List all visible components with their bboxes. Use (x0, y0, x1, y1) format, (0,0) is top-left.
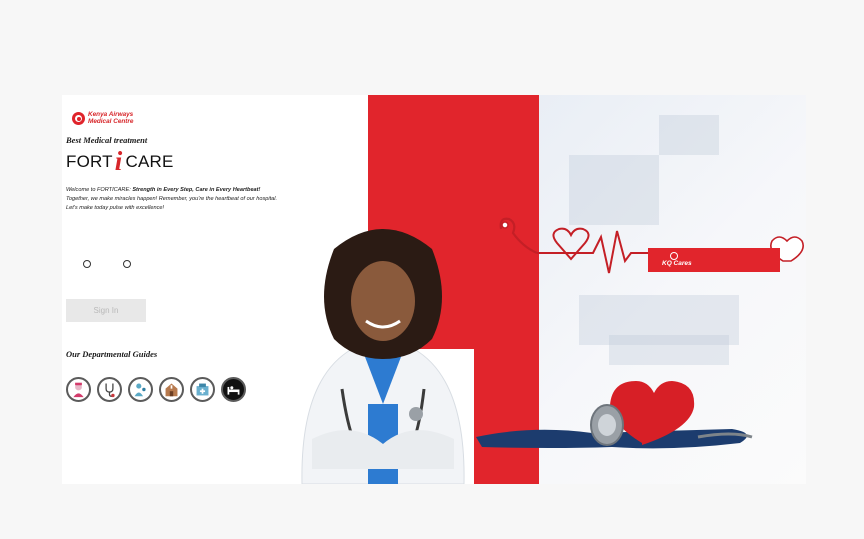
brand-name: Kenya Airways Medical Centre (88, 111, 133, 125)
kq-logo-icon (72, 111, 85, 125)
welcome-slogan: Strength in Every Step, Care in Every He… (132, 187, 261, 193)
nurse-icon (73, 382, 84, 398)
guide-caregiver[interactable] (128, 377, 153, 402)
kq-cares-label: KQ Cares (662, 260, 692, 267)
brand-name-line2: Medical Centre (88, 118, 134, 125)
doctor-image (292, 229, 474, 484)
guide-pharmacy[interactable] (190, 377, 215, 402)
product-logo-i: i (114, 146, 123, 176)
tagline: Best Medical treatment (66, 135, 148, 145)
stethoscope-icon (105, 383, 115, 398)
departmental-guides (66, 377, 246, 402)
pharmacy-icon (196, 383, 209, 396)
product-logo-part1: FORT (66, 152, 113, 171)
welcome-lead: Welcome to FORTICARE: (66, 187, 133, 193)
product-logo: FORT i CARE (66, 146, 174, 176)
heart-stethoscope-image (476, 381, 753, 449)
guide-bed[interactable] (221, 377, 246, 402)
radio-option-1[interactable] (83, 260, 91, 268)
radio-option-2[interactable] (123, 260, 131, 268)
brand-logo-block: Kenya Airways Medical Centre (72, 111, 133, 125)
bed-icon (227, 386, 240, 395)
hospital-building-icon (165, 383, 178, 397)
brand-name-line1: Kenya Airways (88, 111, 134, 118)
guide-hospital[interactable] (159, 377, 184, 402)
guide-nurse[interactable] (66, 377, 91, 402)
guide-stethoscope[interactable] (97, 377, 122, 402)
caregiver-icon (134, 383, 146, 397)
kq-cares-banner: KQ Cares (648, 248, 780, 272)
kq-cares-logo-icon (670, 252, 678, 260)
sign-in-button[interactable]: Sign In (66, 299, 146, 322)
product-logo-part2: CARE (125, 152, 174, 171)
welcome-message: Welcome to FORTICARE: Strength in Every … (66, 186, 338, 213)
welcome-line3: Let's make today pulse with excellence! (66, 205, 165, 211)
guides-title: Our Departmental Guides (66, 349, 158, 359)
login-card: Kenya Airways Medical Centre Best Medica… (62, 95, 806, 484)
welcome-line2: Together, we make miracles happen! Remem… (66, 196, 278, 202)
